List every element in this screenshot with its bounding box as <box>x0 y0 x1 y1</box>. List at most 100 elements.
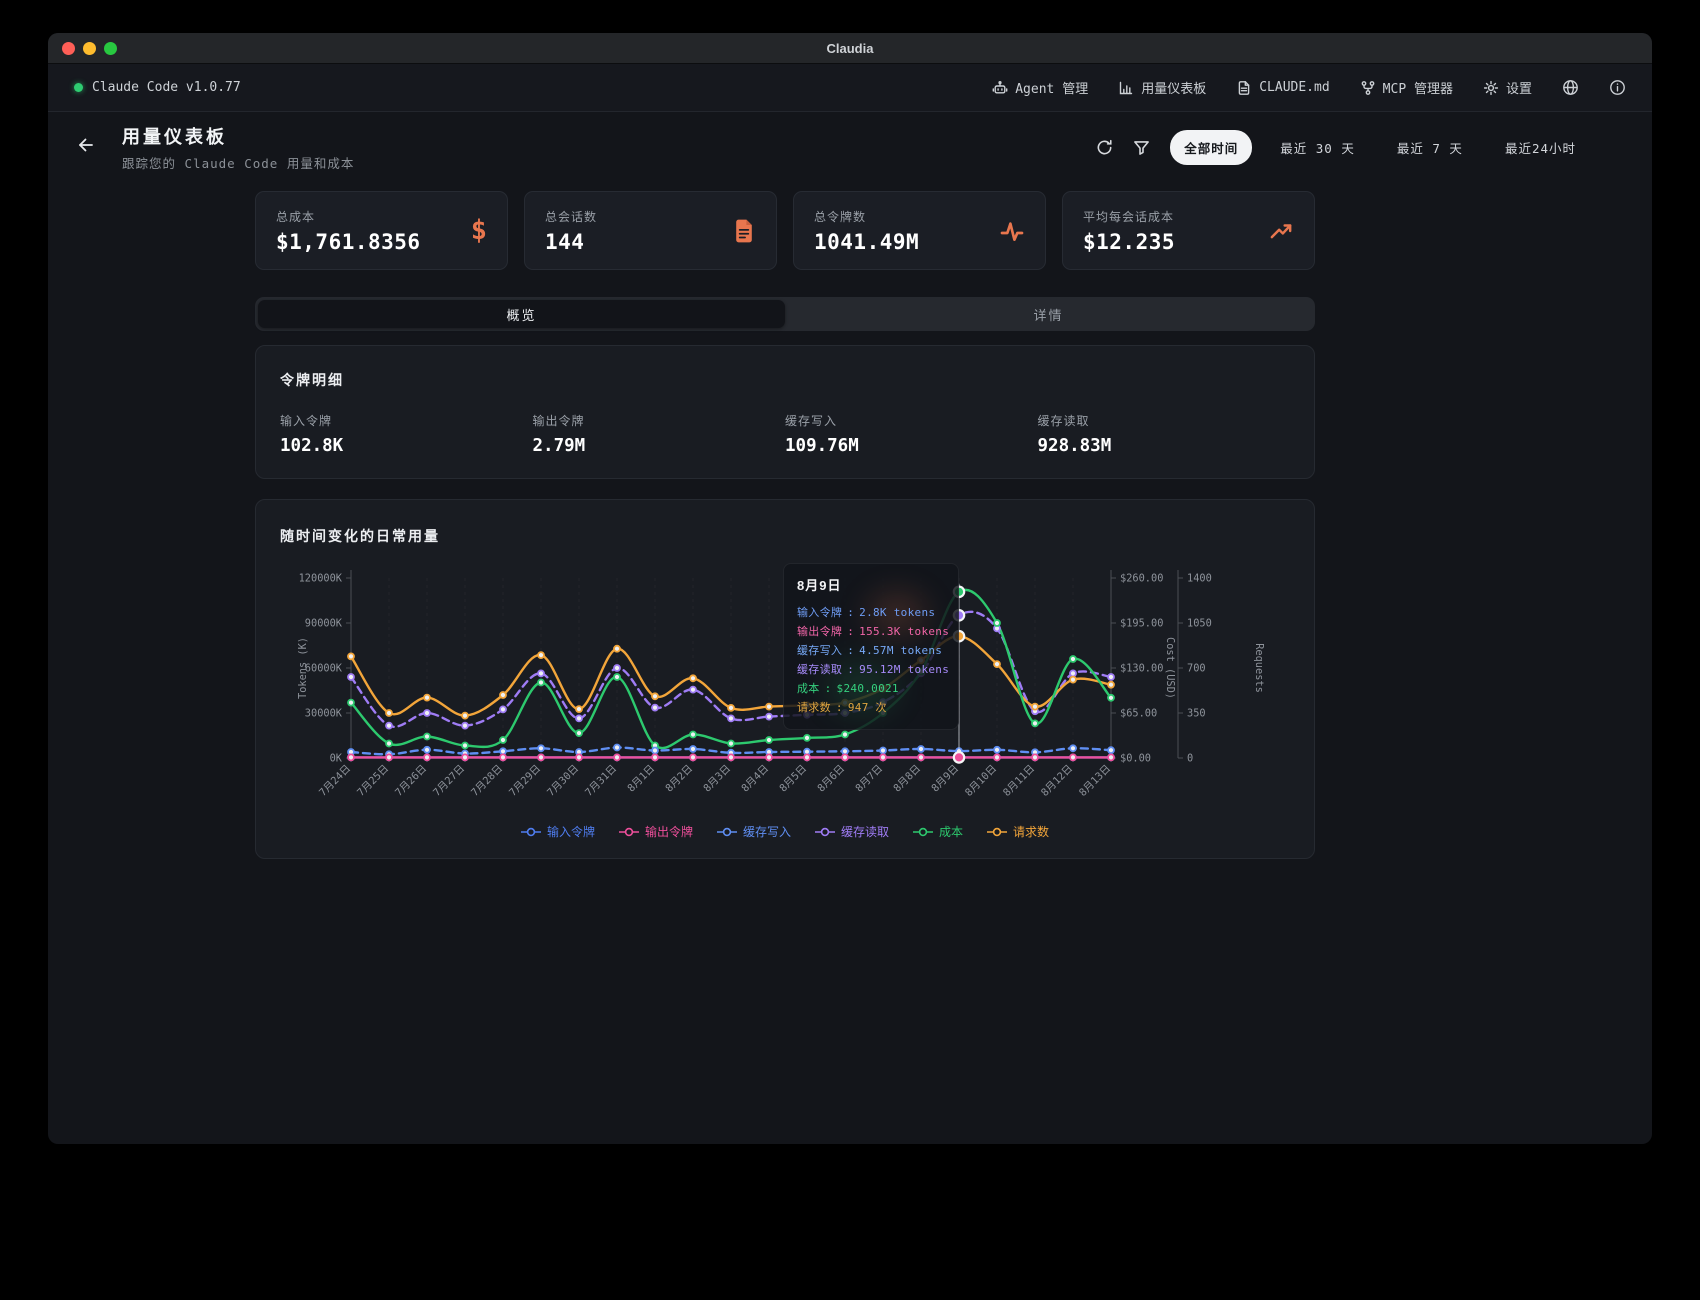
token-value: 2.79M <box>533 436 786 456</box>
stat-card-total-cost: 总成本 $1,761.8356 $ <box>255 191 508 270</box>
titlebar: Claudia <box>48 33 1652 64</box>
page-title-block: 用量仪表板 跟踪您的 Claude Code 用量和成本 <box>122 123 354 172</box>
token-label: 输入令牌 <box>280 412 533 429</box>
stat-card-total-sessions: 总会话数 144 <box>524 191 777 270</box>
token-value: 928.83M <box>1038 436 1291 456</box>
svg-text:7月25日: 7月25日 <box>355 763 391 799</box>
svg-text:120000K: 120000K <box>299 573 343 585</box>
svg-text:$260.00: $260.00 <box>1120 573 1163 585</box>
status-dot-icon <box>74 83 83 92</box>
nav-item-label: MCP 管理器 <box>1383 78 1453 97</box>
filter-button[interactable] <box>1133 139 1150 156</box>
svg-text:$0.00: $0.00 <box>1120 753 1151 765</box>
filter-last-7-days[interactable]: 最近 7 天 <box>1383 130 1477 165</box>
nav-item-label: 用量仪表板 <box>1141 78 1206 97</box>
token-label: 输出令牌 <box>533 412 786 429</box>
svg-text:$130.00: $130.00 <box>1120 663 1163 675</box>
stat-value: 144 <box>545 230 597 254</box>
legend-label: 缓存写入 <box>743 823 791 840</box>
filter-last-30-days[interactable]: 最近 30 天 <box>1266 130 1369 165</box>
svg-text:8月6日: 8月6日 <box>815 763 847 795</box>
close-button[interactable] <box>62 42 75 55</box>
svg-text:8月4日: 8月4日 <box>739 763 771 795</box>
chart-title: 随时间变化的日常用量 <box>256 526 1314 546</box>
refresh-button[interactable] <box>1096 139 1113 156</box>
svg-text:350: 350 <box>1187 708 1206 720</box>
tooltip-row-requests: 请求数:947 次 <box>797 698 945 717</box>
legend-item-output-tokens[interactable]: 输出令牌 <box>619 823 693 840</box>
svg-text:7月28日: 7月28日 <box>469 763 505 799</box>
legend-item-cache-write[interactable]: 缓存写入 <box>717 823 791 840</box>
nodes-icon <box>1360 80 1376 96</box>
legend-label: 输出令牌 <box>645 823 693 840</box>
svg-text:7月26日: 7月26日 <box>393 763 429 799</box>
token-value: 102.8K <box>280 436 533 456</box>
legend-marker-icon <box>717 827 737 837</box>
svg-text:$65.00: $65.00 <box>1120 708 1157 720</box>
stat-card-total-tokens: 总令牌数 1041.49M <box>793 191 1046 270</box>
stat-card-avg-cost-per-session: 平均每会话成本 $12.235 <box>1062 191 1315 270</box>
bar-chart-icon <box>1118 80 1134 96</box>
token-grid: 输入令牌 102.8K 输出令牌 2.79M 缓存写入 109.76M 缓存读取… <box>280 412 1290 456</box>
svg-text:7月31日: 7月31日 <box>583 763 619 799</box>
filter-last-24-hours[interactable]: 最近24小时 <box>1491 130 1590 165</box>
token-breakdown-panel: 令牌明细 输入令牌 102.8K 输出令牌 2.79M 缓存写入 109.76M… <box>255 345 1315 479</box>
stat-value: 1041.49M <box>814 230 919 254</box>
stat-value: $12.235 <box>1083 230 1175 254</box>
stat-value: $1,761.8356 <box>276 230 421 254</box>
stat-label: 总令牌数 <box>814 208 919 225</box>
stat-label: 总会话数 <box>545 208 597 225</box>
traffic-lights <box>62 42 117 55</box>
tooltip-row-cache-read: 缓存读取:95.12M tokens <box>797 660 945 679</box>
legend-label: 缓存读取 <box>841 823 889 840</box>
app-status: Claude Code v1.0.77 <box>74 80 241 95</box>
svg-text:30000K: 30000K <box>305 708 343 720</box>
legend-marker-icon <box>521 827 541 837</box>
file-text-icon <box>732 218 756 244</box>
token-col-cache-read: 缓存读取 928.83M <box>1038 412 1291 456</box>
legend-item-input-tokens[interactable]: 输入令牌 <box>521 823 595 840</box>
svg-text:8月13日: 8月13日 <box>1077 763 1113 799</box>
back-button[interactable] <box>76 135 96 160</box>
main-content: 总成本 $1,761.8356 $ 总会话数 144 总令牌数 1041.49M <box>255 191 1315 859</box>
legend-item-cache-read[interactable]: 缓存读取 <box>815 823 889 840</box>
token-col-input: 输入令牌 102.8K <box>280 412 533 456</box>
stat-text: 平均每会话成本 $12.235 <box>1083 208 1175 254</box>
time-filter-controls: 全部时间 最近 30 天 最近 7 天 最近24小时 <box>1096 130 1590 165</box>
nav-item-mcp-manager[interactable]: MCP 管理器 <box>1360 78 1453 97</box>
language-globe-button[interactable] <box>1562 79 1579 96</box>
nav-item-usage-dashboard[interactable]: 用量仪表板 <box>1118 78 1206 97</box>
svg-text:8月2日: 8月2日 <box>663 763 695 795</box>
svg-text:8月8日: 8月8日 <box>891 763 923 795</box>
token-breakdown-title: 令牌明细 <box>280 370 1290 390</box>
view-tabs: 概览 详情 <box>255 297 1315 331</box>
svg-text:7月27日: 7月27日 <box>431 763 467 799</box>
legend-marker-icon <box>987 827 1007 837</box>
minimize-button[interactable] <box>83 42 96 55</box>
svg-text:90000K: 90000K <box>305 618 343 630</box>
nav-item-settings[interactable]: 设置 <box>1483 78 1532 97</box>
svg-text:700: 700 <box>1187 663 1206 675</box>
legend-item-cost[interactable]: 成本 <box>913 823 963 840</box>
svg-text:8月7日: 8月7日 <box>853 763 885 795</box>
svg-text:Requests: Requests <box>1253 643 1265 693</box>
chart-area: 7月24日7月25日7月26日7月27日7月28日7月29日7月30日7月31日… <box>256 562 1314 821</box>
legend-item-requests[interactable]: 请求数 <box>987 823 1049 840</box>
token-value: 109.76M <box>785 436 1038 456</box>
nav-item-agents[interactable]: Agent 管理 <box>992 78 1088 97</box>
app-window: Claudia Claude Code v1.0.77 Agent 管理 用量仪… <box>48 33 1652 1144</box>
page-subtitle: 跟踪您的 Claude Code 用量和成本 <box>122 153 354 172</box>
trending-up-icon <box>1268 220 1294 242</box>
app-version-label: Claude Code v1.0.77 <box>92 80 241 95</box>
info-button[interactable] <box>1609 79 1626 96</box>
token-label: 缓存读取 <box>1038 412 1291 429</box>
legend-marker-icon <box>815 827 835 837</box>
tab-details[interactable]: 详情 <box>785 300 1312 328</box>
nav-item-claude-md[interactable]: CLAUDE.md <box>1236 80 1329 96</box>
stat-text: 总令牌数 1041.49M <box>814 208 919 254</box>
svg-text:7月30日: 7月30日 <box>545 763 581 799</box>
tab-overview[interactable]: 概览 <box>258 300 785 328</box>
zoom-button[interactable] <box>104 42 117 55</box>
info-icon <box>1609 79 1626 96</box>
filter-all-time[interactable]: 全部时间 <box>1170 130 1252 165</box>
